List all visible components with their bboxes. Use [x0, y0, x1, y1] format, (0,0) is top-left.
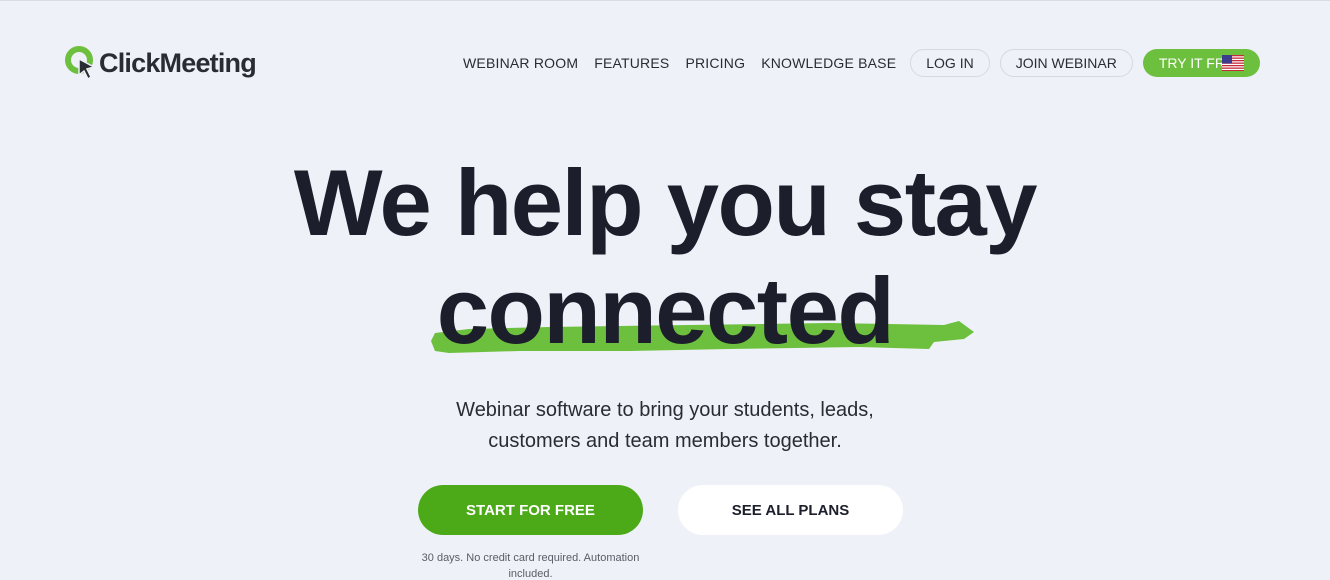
- nav-webinar-room[interactable]: WEBINAR ROOM: [455, 55, 586, 71]
- hero-headline: We help you stay: [293, 150, 1038, 255]
- headline-connected: connected: [436, 258, 895, 363]
- nav-pricing[interactable]: PRICING: [677, 55, 753, 71]
- see-all-plans-button[interactable]: SEE ALL PLANS: [678, 485, 903, 535]
- start-for-free-button[interactable]: START FOR FREE: [418, 485, 643, 535]
- main-nav: WEBINAR ROOM FEATURES PRICING KNOWLEDGE …: [455, 49, 1260, 77]
- hero-headline-highlight-row: connected: [0, 259, 1330, 363]
- hero-subtitle: Webinar software to bring your students,…: [0, 395, 1330, 457]
- logo-text: ClickMeeting: [99, 47, 257, 78]
- clickmeeting-logo[interactable]: ClickMeeting: [64, 45, 257, 81]
- hero-subtitle-line-1: Webinar software to bring your students,…: [456, 399, 874, 421]
- highlighted-word: connected: [430, 258, 974, 363]
- us-flag-icon[interactable]: [1222, 55, 1244, 71]
- login-button[interactable]: LOG IN: [910, 49, 990, 77]
- clickmeeting-logo-icon: [65, 46, 96, 81]
- hero-subtitle-line-2: customers and team members together.: [488, 430, 842, 452]
- free-trial-note: 30 days. No credit card required. Automa…: [421, 552, 640, 580]
- nav-knowledge-base[interactable]: KNOWLEDGE BASE: [753, 55, 904, 71]
- page: ClickMeeting WEBINAR ROOM FEATURES PRICI…: [0, 0, 1330, 580]
- nav-features[interactable]: FEATURES: [586, 55, 677, 71]
- join-webinar-button[interactable]: JOIN WEBINAR: [999, 49, 1133, 77]
